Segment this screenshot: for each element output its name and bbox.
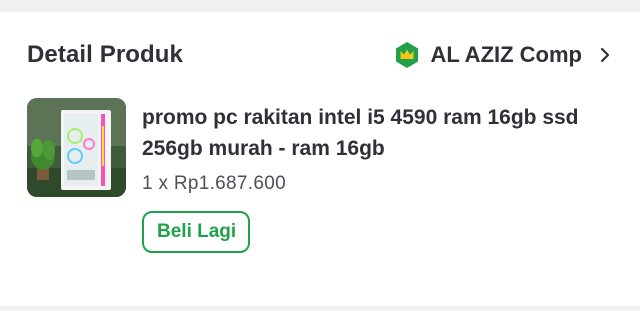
product-name[interactable]: promo pc rakitan intel i5 4590 ram 16gb … [142, 102, 592, 164]
shop-name: AL AZIZ Comp [430, 42, 582, 67]
chevron-right-icon [598, 46, 612, 64]
card-header: Detail Produk AL AZIZ Comp [27, 38, 612, 72]
buy-again-button[interactable]: Beli Lagi [142, 211, 251, 253]
section-title: Detail Produk [27, 41, 183, 68]
shop-link[interactable]: AL AZIZ Comp [394, 41, 612, 69]
product-detail-card: Detail Produk AL AZIZ Comp promo pc raki… [0, 12, 640, 306]
top-divider [0, 0, 640, 12]
bottom-divider [0, 306, 640, 311]
product-price-quantity: 1 x Rp1.687.600 [142, 173, 286, 194]
product-thumbnail[interactable] [27, 98, 126, 197]
product-info: promo pc rakitan intel i5 4590 ram 16gb … [142, 98, 592, 253]
product-row: promo pc rakitan intel i5 4590 ram 16gb … [27, 98, 612, 253]
official-store-badge-icon [394, 41, 420, 69]
